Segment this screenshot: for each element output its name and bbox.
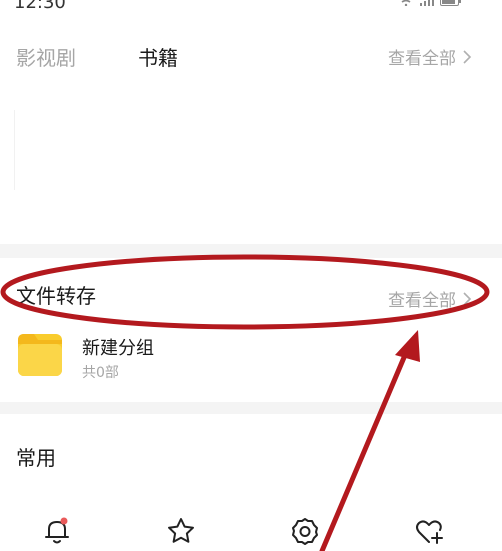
media-tabs: 影视剧 书籍 查看全部 [0,34,502,78]
common-title: 常用 [16,446,56,470]
gear-icon[interactable] [290,516,320,546]
view-all-transfer-link[interactable]: 查看全部 [388,286,472,311]
folder-count: 共0部 [82,365,119,381]
tab-books[interactable]: 书籍 [138,42,178,71]
bottom-nav [0,502,502,551]
file-transfer-header: 文件转存 查看全部 [0,272,502,316]
bell-icon[interactable] [42,516,72,546]
folder-list-item[interactable]: 新建分组 共0部 [0,326,502,392]
status-time: 12:30 [14,0,66,13]
heart-plus-icon[interactable] [414,516,444,546]
content-edge [14,110,15,190]
wifi-icon [401,0,411,6]
view-all-label: 查看全部 [388,291,456,311]
chevron-right-icon [463,291,472,306]
star-icon[interactable] [166,516,196,546]
common-section-header: 常用 [0,430,502,480]
signal-icon [420,0,434,6]
status-bar: 12:30 [0,0,502,14]
view-all-books-link[interactable]: 查看全部 [388,44,472,69]
section-divider [0,402,502,414]
folder-icon [18,334,62,376]
tab-videos[interactable]: 影视剧 [16,42,76,71]
battery-icon [440,0,461,6]
view-all-label: 查看全部 [388,49,456,69]
books-content-area [0,80,502,244]
chevron-right-icon [463,49,472,64]
section-divider [0,244,502,258]
folder-name: 新建分组 [82,338,154,359]
file-transfer-title: 文件转存 [16,284,96,308]
status-icons [398,0,462,6]
